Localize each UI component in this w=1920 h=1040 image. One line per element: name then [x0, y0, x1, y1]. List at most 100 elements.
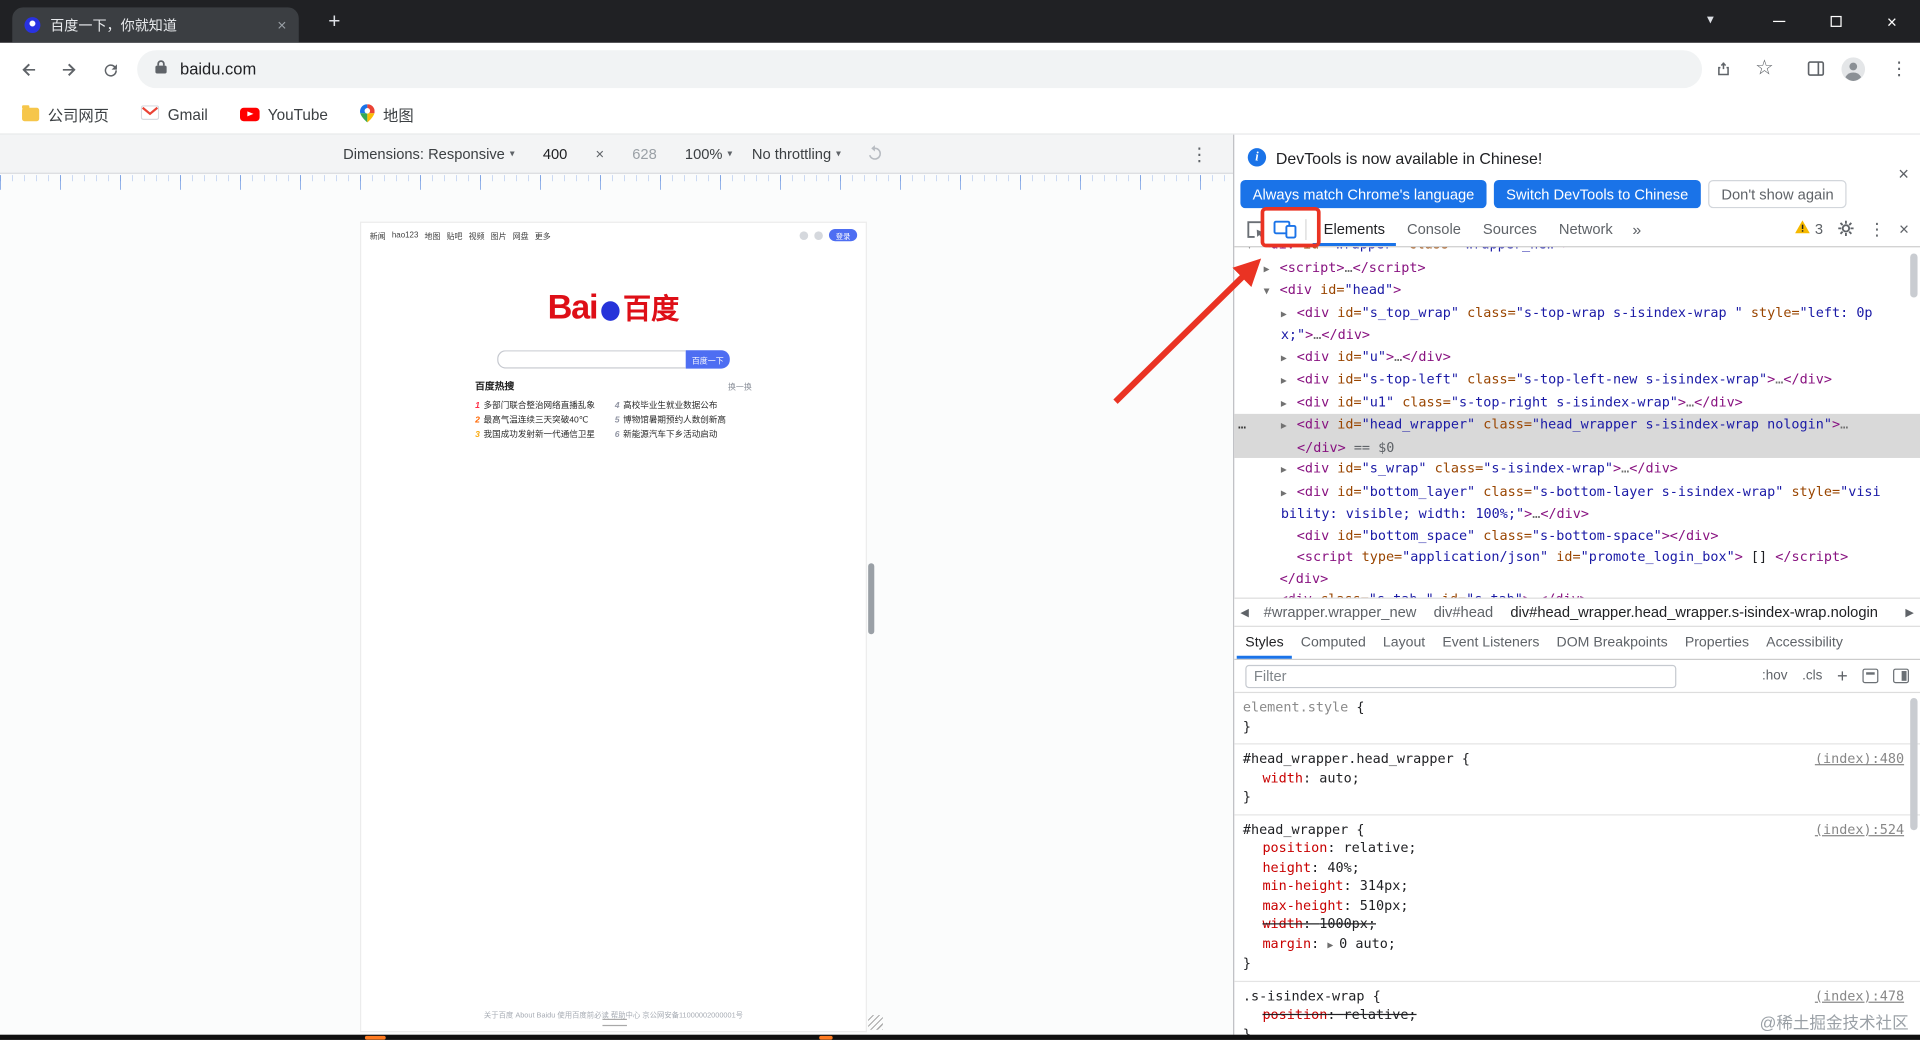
throttling-select[interactable]: No throttling ▾	[752, 145, 841, 162]
mini-search-button[interactable]: 百度一下	[685, 350, 730, 369]
hot-search-item[interactable]: 2 最高气温连续三天突破40℃	[475, 413, 610, 428]
dom-tree-node[interactable]: ▶ <div id="bottom_layer" class="s-bottom-…	[1234, 481, 1920, 525]
mini-nav-link[interactable]: 网盘	[513, 229, 529, 242]
devtools-close-icon[interactable]: ×	[1899, 220, 1909, 237]
mini-nav-link[interactable]: 贴吧	[447, 229, 463, 242]
sidebar-tab-properties[interactable]: Properties	[1676, 627, 1757, 659]
tab-close-icon[interactable]: ×	[277, 17, 286, 33]
mini-nav-link[interactable]: 新闻	[370, 229, 386, 242]
browser-tab[interactable]: 百度一下，你就知道 ×	[12, 7, 299, 43]
sidebar-tab-dom-breakpoints[interactable]: DOM Breakpoints	[1548, 627, 1676, 659]
hot-search-item[interactable]: 4 高校毕业生就业数据公布	[615, 398, 752, 413]
browser-menu-icon[interactable]: ⋮	[1886, 55, 1913, 82]
sidebar-tab-event-listeners[interactable]: Event Listeners	[1434, 627, 1548, 659]
css-declaration[interactable]: max-height: 510px;	[1234, 896, 1920, 915]
side-panel-icon[interactable]	[1802, 55, 1829, 82]
new-style-rule-button[interactable]: +	[1837, 667, 1848, 685]
bookmark-item-gmail[interactable]: Gmail	[140, 105, 208, 123]
sidebar-tab-styles[interactable]: Styles	[1237, 627, 1293, 659]
dom-tree-node[interactable]: ▶ <div id="s_wrap" class="s-isindex-wrap"…	[1234, 458, 1920, 481]
breadcrumb-right-icon[interactable]: ▶	[1905, 606, 1913, 619]
expand-arrow-icon[interactable]: ▶	[1264, 590, 1280, 597]
hot-search-item[interactable]: 5 博物馆暑期预约人数创新高	[615, 413, 752, 428]
bookmark-star-icon[interactable]: ☆	[1751, 55, 1778, 82]
dom-tree-node[interactable]: ▶ <div id="s_top_wrap" class="s-top-wrap …	[1234, 302, 1920, 346]
css-declaration[interactable]: height: 40%;	[1234, 858, 1920, 877]
mini-nav-link[interactable]: 地图	[425, 229, 441, 242]
dom-tree-node[interactable]: </div>	[1234, 568, 1920, 589]
forward-button[interactable]	[55, 56, 82, 83]
rule-selector[interactable]: #head_wrapper.head_wrapper	[1243, 751, 1454, 767]
expand-arrow-icon[interactable]: ▶	[1281, 370, 1297, 391]
dom-tree-node[interactable]: … ▶ <div id="head_wrapper" class="head_wra…	[1234, 413, 1920, 458]
rotate-viewport-icon[interactable]	[861, 140, 890, 167]
bookmark-item-maps[interactable]: 地图	[359, 103, 414, 126]
css-declaration[interactable]: position: relative;	[1234, 839, 1920, 858]
devtools-tab-network[interactable]: Network	[1548, 212, 1624, 246]
expand-arrow-icon[interactable]: ▶	[1281, 392, 1297, 413]
dom-tree-node[interactable]: <div id="bottom_space" class="s-bottom-s…	[1234, 525, 1920, 546]
dom-tree-node[interactable]: ▼<div id="wrapper" class="wrapper_new">	[1234, 247, 1920, 256]
css-declaration[interactable]: min-height: 314px;	[1234, 877, 1920, 896]
breadcrumb-item[interactable]: #wrapper.wrapper_new	[1264, 604, 1417, 621]
dom-tree-node[interactable]: ▶ <div id="s-top-left" class="s-top-left-…	[1234, 369, 1920, 392]
mini-login-button[interactable]: 登录	[828, 228, 858, 242]
mini-nav-link[interactable]: 图片	[491, 229, 507, 242]
devtools-tab-console[interactable]: Console	[1396, 212, 1472, 246]
resize-handle-bottom[interactable]	[602, 1018, 627, 1027]
dom-tree-node[interactable]: ▶ <div id="u1" class="s-top-right s-isind…	[1234, 391, 1920, 414]
toggle-device-toolbar-icon[interactable]	[1270, 216, 1299, 243]
device-toolbar-menu-icon[interactable]: ⋮	[1190, 143, 1208, 165]
notice-close-icon[interactable]: ×	[1898, 165, 1909, 183]
node-menu-icon[interactable]: …	[1238, 414, 1246, 435]
stylesheet-link[interactable]: (index):480	[1815, 749, 1904, 768]
profile-avatar[interactable]	[1839, 55, 1866, 82]
share-icon[interactable]	[1709, 55, 1736, 82]
breadcrumb-item[interactable]: div#head	[1434, 604, 1494, 621]
mini-nav-link[interactable]: 视频	[469, 229, 485, 242]
issues-badge[interactable]: 3	[1795, 220, 1823, 238]
dom-tree-node[interactable]: ▶ <div id="u">…</div>	[1234, 346, 1920, 369]
expand-arrow-icon[interactable]: ▶	[1281, 303, 1297, 324]
dom-tree-node[interactable]: ▶<div class="s_tab " id="s_tab">…</div>	[1234, 589, 1920, 597]
bookmark-item-youtube[interactable]: YouTube	[239, 106, 328, 123]
close-button[interactable]: ×	[1864, 0, 1920, 43]
stylesheet-link[interactable]: (index):478	[1815, 986, 1904, 1005]
sidebar-tab-accessibility[interactable]: Accessibility	[1758, 627, 1852, 659]
collapse-arrow-icon[interactable]: ▼	[1247, 247, 1263, 256]
expand-arrow-icon[interactable]: ▶	[1327, 939, 1339, 950]
collapse-arrow-icon[interactable]: ▼	[1264, 280, 1280, 301]
hot-search-refresh[interactable]: 换一换	[728, 380, 752, 392]
rule-selector[interactable]: .s-isindex-wrap	[1243, 988, 1365, 1004]
toggle-sidebar-icon[interactable]	[1893, 668, 1909, 684]
rule-selector[interactable]: #head_wrapper	[1243, 821, 1348, 837]
mini-nav-link[interactable]: hao123	[392, 231, 419, 240]
viewport-width-input[interactable]: 400	[534, 145, 576, 162]
expand-arrow-icon[interactable]: ▶	[1281, 459, 1297, 480]
pseudo-state-toggle[interactable]: :hov	[1762, 669, 1787, 684]
devtools-tab-elements[interactable]: Elements	[1313, 212, 1396, 246]
styles-filter-input[interactable]	[1245, 664, 1677, 688]
devtools-tab-sources[interactable]: Sources	[1472, 212, 1548, 246]
rule-selector[interactable]: element.style	[1243, 699, 1348, 715]
expand-arrow-icon[interactable]: ▶	[1281, 415, 1297, 436]
devtools-menu-icon[interactable]: ⋮	[1868, 220, 1885, 237]
scrollbar-thumb[interactable]	[1910, 253, 1918, 298]
inspect-element-icon[interactable]	[1240, 216, 1269, 243]
always-match-language-button[interactable]: Always match Chrome's language	[1240, 180, 1487, 209]
more-tabs-icon[interactable]: »	[1624, 220, 1650, 238]
expand-arrow-icon[interactable]: ▶	[1281, 482, 1297, 503]
settings-gear-icon[interactable]	[1837, 219, 1855, 240]
dont-show-again-button[interactable]: Don't show again	[1707, 180, 1848, 209]
dom-tree-node[interactable]: ▶ <script>…</script>	[1234, 257, 1920, 280]
sidebar-tab-layout[interactable]: Layout	[1374, 627, 1433, 659]
hot-search-item[interactable]: 3 我国成功发射新一代通信卫星	[475, 427, 610, 442]
stylesheet-link[interactable]: (index):524	[1815, 820, 1904, 839]
style-options-icon[interactable]	[1862, 668, 1879, 684]
css-declaration[interactable]: width: 1000px;	[1234, 915, 1920, 934]
hot-search-item[interactable]: 6 新能源汽车下乡活动启动	[615, 427, 752, 442]
class-toggle[interactable]: .cls	[1802, 669, 1822, 684]
back-button[interactable]	[16, 56, 43, 83]
mini-search-input[interactable]	[497, 350, 686, 369]
breadcrumb-left-icon[interactable]: ◀	[1240, 606, 1248, 619]
